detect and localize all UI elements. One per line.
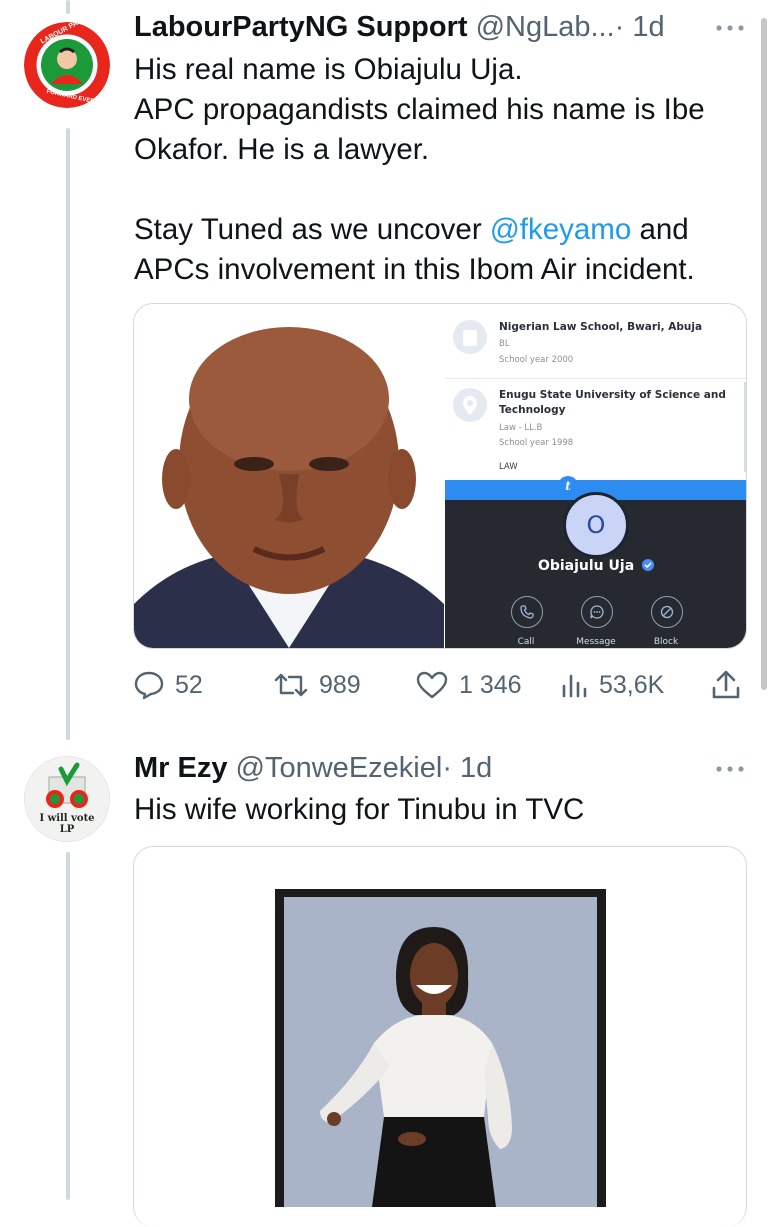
card-scrollbar: [744, 382, 746, 472]
education-item: Enugu State University of Science and Te…: [445, 380, 746, 480]
truecaller-badge: t: [558, 476, 578, 496]
more-options-icon[interactable]: [713, 759, 747, 779]
school-icon: [453, 320, 487, 354]
reply-count: 52: [175, 670, 203, 699]
tweet-header: Mr Ezy @TonweEzekiel· 1d: [134, 751, 492, 785]
reply-button[interactable]: 52: [133, 668, 203, 702]
contact-name-text: Obiajulu Uja: [537, 558, 635, 574]
views-count: 53,6K: [599, 670, 665, 699]
tweet-media[interactable]: [133, 846, 747, 1227]
call-button[interactable]: [511, 596, 543, 628]
page-scrollbar[interactable]: [761, 18, 767, 690]
tweet-header: LabourPartyNG Support @NgLab...· 1d: [134, 10, 665, 44]
message-label: Message: [576, 637, 616, 647]
tweet-media[interactable]: Nigerian Law School, Bwari, Abuja BL Sch…: [133, 303, 747, 649]
education-year: School year 2000: [499, 355, 574, 365]
block-button[interactable]: [651, 596, 683, 628]
education-item: Nigerian Law School, Bwari, Abuja BL Sch…: [445, 304, 746, 374]
phone-icon: [520, 605, 534, 619]
like-button[interactable]: 1 346: [415, 668, 522, 702]
handle[interactable]: @NgLab...: [476, 11, 615, 43]
thread-line-top: [66, 0, 70, 14]
location-pin-icon: [453, 388, 487, 422]
education-degree: Law - LL.B: [499, 423, 543, 433]
tweet-text: His real name is Obiajulu Uja. APC propa…: [134, 50, 744, 290]
more-options-icon[interactable]: [713, 18, 747, 38]
profile-card[interactable]: Nigerian Law School, Bwari, Abuja BL Sch…: [445, 304, 746, 648]
views-button[interactable]: 53,6K: [561, 668, 664, 702]
reply-icon: [134, 671, 164, 700]
contact-avatar: O: [563, 492, 629, 558]
thread-line-1: [66, 128, 70, 740]
avatar[interactable]: LABOUR PARTY FORWARD EVER: [24, 22, 110, 108]
mention-link[interactable]: @fkeyamo: [490, 213, 631, 246]
timestamp[interactable]: · 1d: [442, 752, 492, 784]
retweet-count: 989: [319, 670, 361, 699]
timestamp[interactable]: · 1d: [615, 11, 665, 43]
block-label: Block: [653, 637, 679, 647]
verified-icon: [642, 559, 655, 571]
field-label: LAW: [499, 462, 518, 472]
divider: [445, 378, 746, 379]
display-name[interactable]: LabourPartyNG Support: [134, 11, 468, 43]
display-name[interactable]: Mr Ezy: [134, 752, 227, 784]
photo-woman[interactable]: [134, 847, 746, 1207]
retweet-button[interactable]: 989: [273, 668, 361, 702]
call-label: Call: [517, 637, 535, 647]
share-icon: [712, 670, 740, 699]
share-button[interactable]: [711, 668, 751, 702]
handle[interactable]: @TonweEzekiel: [236, 752, 443, 784]
action-bar: 52 989 1 346 53,6K: [133, 668, 743, 702]
views-chart-icon: [562, 674, 587, 698]
education-year: School year 1998: [499, 438, 574, 448]
thread-line-2: [66, 852, 70, 1200]
avatar[interactable]: I will vote LP: [24, 756, 110, 842]
message-icon: [590, 605, 604, 619]
retweet-icon: [274, 673, 308, 697]
education-title: Nigerian Law School, Bwari, Abuja: [499, 321, 703, 333]
tweet-text: His wife working for Tinubu in TVC: [134, 793, 585, 826]
contact-name: Obiajulu Uja: [445, 558, 746, 574]
message-button[interactable]: [581, 596, 613, 628]
vote-lp-text: I will vote LP: [39, 813, 95, 835]
education-title: Enugu State University of Science and Te…: [499, 389, 726, 416]
like-count: 1 346: [459, 670, 522, 699]
photo-man[interactable]: [134, 304, 444, 648]
heart-icon: [416, 671, 448, 699]
block-icon: [660, 605, 674, 619]
education-degree: BL: [499, 339, 510, 349]
